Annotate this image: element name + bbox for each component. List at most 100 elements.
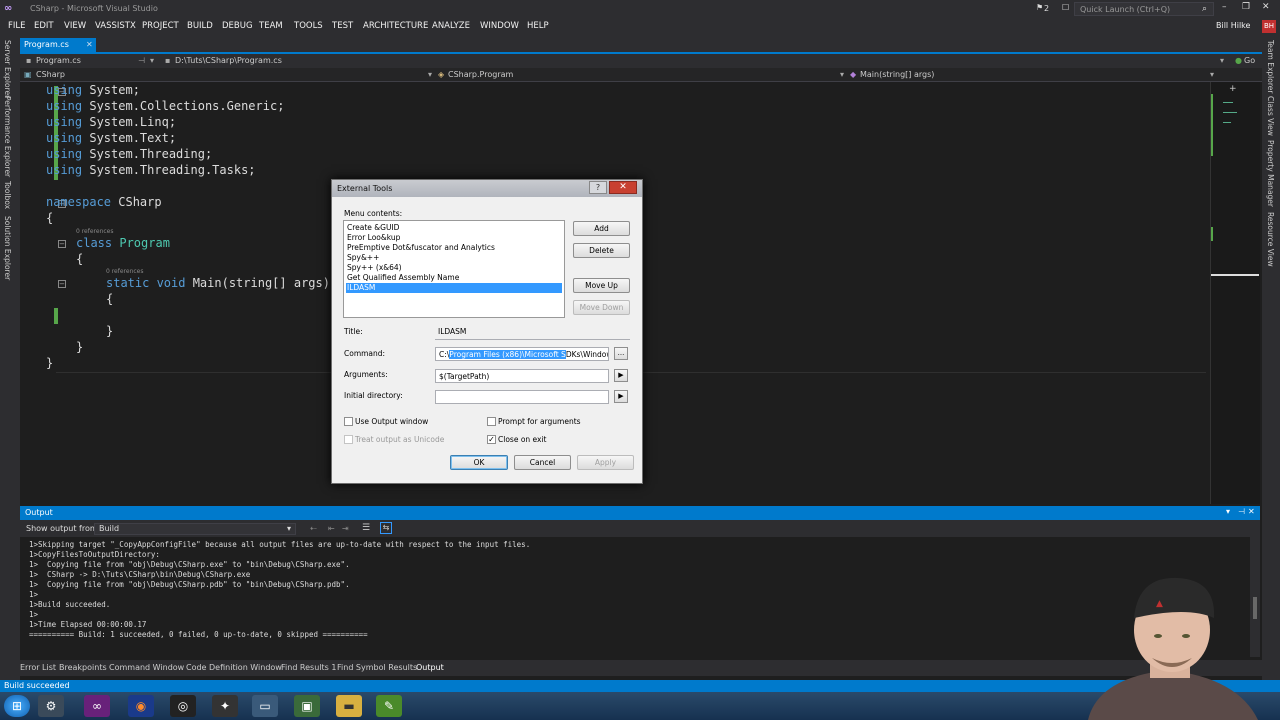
tab-output[interactable]: Output xyxy=(416,663,444,672)
scrollbar-minimap[interactable]: + xyxy=(1210,82,1260,504)
treat-unicode-checkbox[interactable] xyxy=(344,435,353,444)
tab-resource-view[interactable]: Resource View xyxy=(1266,212,1275,267)
use-output-label[interactable]: Use Output window xyxy=(355,417,428,426)
cancel-button[interactable]: Cancel xyxy=(514,455,571,470)
feedback-icon[interactable]: ☐ xyxy=(1062,3,1069,12)
add-button[interactable]: Add xyxy=(573,221,630,236)
tab-toolbox[interactable]: Toolbox xyxy=(3,181,12,209)
start-button-icon[interactable]: ⊞ xyxy=(4,695,30,717)
scroll-thumb[interactable] xyxy=(1211,274,1259,276)
output-text-area[interactable]: 1>Skipping target "_CopyAppConfigFile" b… xyxy=(20,537,1250,657)
chevron-down-icon[interactable]: ▾ xyxy=(1220,56,1224,65)
tab-solution-explorer[interactable]: Solution Explorer xyxy=(3,216,12,280)
dialog-close-button[interactable]: ✕ xyxy=(609,181,637,194)
nav-member[interactable]: Main(string[] args) xyxy=(860,70,934,79)
nav-project[interactable]: CSharp xyxy=(36,70,65,79)
app-icon[interactable]: ✦ xyxy=(212,695,238,717)
list-item-selected[interactable]: ILDASM xyxy=(346,283,562,293)
menu-build[interactable]: BUILD xyxy=(187,21,213,31)
pin-icon[interactable]: ⊣ xyxy=(138,56,145,65)
move-down-button[interactable]: Move Down xyxy=(573,300,630,315)
tab-breakpoints[interactable]: Breakpoints xyxy=(59,663,107,672)
menu-vassistx[interactable]: VASSISTX xyxy=(95,21,136,31)
references-codelens[interactable]: 0 references xyxy=(76,228,114,235)
tab-find-symbol-results[interactable]: Find Symbol Results xyxy=(337,663,417,672)
tab-property-manager[interactable]: Property Manager xyxy=(1266,140,1275,207)
notepad-icon[interactable]: ✎ xyxy=(376,695,402,717)
chevron-down-icon[interactable]: ▾ xyxy=(287,524,291,533)
clear-all-icon[interactable]: ☰ xyxy=(362,523,370,533)
avatar[interactable]: BH xyxy=(1262,20,1276,33)
browse-button[interactable]: ... xyxy=(614,347,628,360)
list-item[interactable]: Create &GUID xyxy=(346,223,562,233)
notification-count[interactable]: 2 xyxy=(1044,4,1049,13)
menu-help[interactable]: HELP xyxy=(527,21,549,31)
arguments-input[interactable]: $(TargetPath) xyxy=(435,369,609,383)
collapse-icon-class[interactable]: − xyxy=(58,240,66,248)
tab-class-view[interactable]: Class View xyxy=(1266,96,1275,136)
list-item[interactable]: Error Loo&kup xyxy=(346,233,562,243)
menu-debug[interactable]: DEBUG xyxy=(222,21,253,31)
tab-code-definition-window[interactable]: Code Definition Window xyxy=(186,663,282,672)
close-window-button[interactable]: ✕ xyxy=(1262,2,1270,12)
dropdown-icon[interactable]: ▾ xyxy=(150,56,154,65)
nav-member-dropdown[interactable]: ▾ xyxy=(1210,70,1214,79)
window-icon[interactable]: ▭ xyxy=(252,695,278,717)
close-on-exit-checkbox[interactable]: ✓ xyxy=(487,435,496,444)
media-icon[interactable]: ◎ xyxy=(170,695,196,717)
close-tab-icon[interactable]: ✕ xyxy=(86,40,93,49)
menu-tools[interactable]: TOOLS xyxy=(294,21,323,31)
visual-studio-icon[interactable]: ∞ xyxy=(84,695,110,717)
prompt-arguments-label[interactable]: Prompt for arguments xyxy=(498,417,581,426)
quick-launch-input[interactable]: Quick Launch (Ctrl+Q) xyxy=(1080,5,1170,14)
panel-menu-icon[interactable]: ▾ xyxy=(1226,507,1230,516)
delete-button[interactable]: Delete xyxy=(573,243,630,258)
find-next-icon[interactable]: ⇥ xyxy=(342,524,349,533)
title-input[interactable]: ILDASM xyxy=(435,325,630,339)
path-file-name[interactable]: Program.cs xyxy=(36,56,81,65)
treat-unicode-label[interactable]: Treat output as Unicode xyxy=(355,435,444,444)
tab-server-explorer[interactable]: Server Explorer xyxy=(3,40,12,98)
nav-class[interactable]: CSharp.Program xyxy=(448,70,513,79)
menu-test[interactable]: TEST xyxy=(332,21,353,31)
toolbar-icon[interactable]: ⇠ xyxy=(310,524,317,533)
flag-icon[interactable]: ⚑ xyxy=(1036,3,1043,12)
menu-team[interactable]: TEAM xyxy=(259,21,283,31)
menu-architecture[interactable]: ARCHITECTURE xyxy=(363,21,428,31)
tool-icon[interactable]: ⚙ xyxy=(38,695,64,717)
references-codelens-main[interactable]: 0 references xyxy=(106,268,144,275)
list-item[interactable]: PreEmptive Dot&fuscator and Analytics xyxy=(346,243,562,253)
tab-error-list[interactable]: Error List xyxy=(20,663,56,672)
prompt-arguments-checkbox[interactable] xyxy=(487,417,496,426)
output-source-select[interactable]: Build ▾ xyxy=(94,523,296,535)
close-panel-icon[interactable]: ✕ xyxy=(1248,507,1255,516)
tab-performance-explorer[interactable]: Performance Explorer xyxy=(3,96,12,177)
monitor-icon[interactable]: ▣ xyxy=(294,695,320,717)
arguments-arrow-button[interactable]: ▶ xyxy=(614,369,628,382)
menu-analyze[interactable]: ANALYZE xyxy=(432,21,470,31)
quick-launch-box[interactable]: Quick Launch (Ctrl+Q) ⌕ xyxy=(1074,2,1214,16)
help-button[interactable]: ? xyxy=(589,181,607,194)
list-item[interactable]: Get Qualified Assembly Name xyxy=(346,273,562,283)
menu-file[interactable]: FILE xyxy=(8,21,26,31)
search-icon[interactable]: ⌕ xyxy=(1202,4,1207,14)
firefox-icon[interactable]: ◉ xyxy=(128,695,154,717)
go-icon[interactable]: ● xyxy=(1235,56,1242,65)
initial-directory-arrow-button[interactable]: ▶ xyxy=(614,390,628,403)
apply-button[interactable]: Apply xyxy=(577,455,634,470)
use-output-checkbox[interactable] xyxy=(344,417,353,426)
go-button[interactable]: Go xyxy=(1244,56,1255,65)
user-name[interactable]: Bill Hilke xyxy=(1216,21,1250,30)
tab-team-explorer[interactable]: Team Explorer xyxy=(1266,40,1275,93)
tab-find-results-1[interactable]: Find Results 1 xyxy=(281,663,336,672)
find-prev-icon[interactable]: ⇤ xyxy=(328,524,335,533)
folder-icon[interactable]: ▬ xyxy=(336,695,362,717)
word-wrap-icon[interactable]: ⇆ xyxy=(380,522,392,534)
menu-window[interactable]: WINDOW xyxy=(480,21,519,31)
tab-command-window[interactable]: Command Window xyxy=(109,663,184,672)
menu-project[interactable]: PROJECT xyxy=(142,21,179,31)
move-up-button[interactable]: Move Up xyxy=(573,278,630,293)
close-on-exit-label[interactable]: Close on exit xyxy=(498,435,547,444)
initial-directory-input[interactable] xyxy=(435,390,609,404)
nav-project-dropdown[interactable]: ▾ xyxy=(428,70,432,79)
